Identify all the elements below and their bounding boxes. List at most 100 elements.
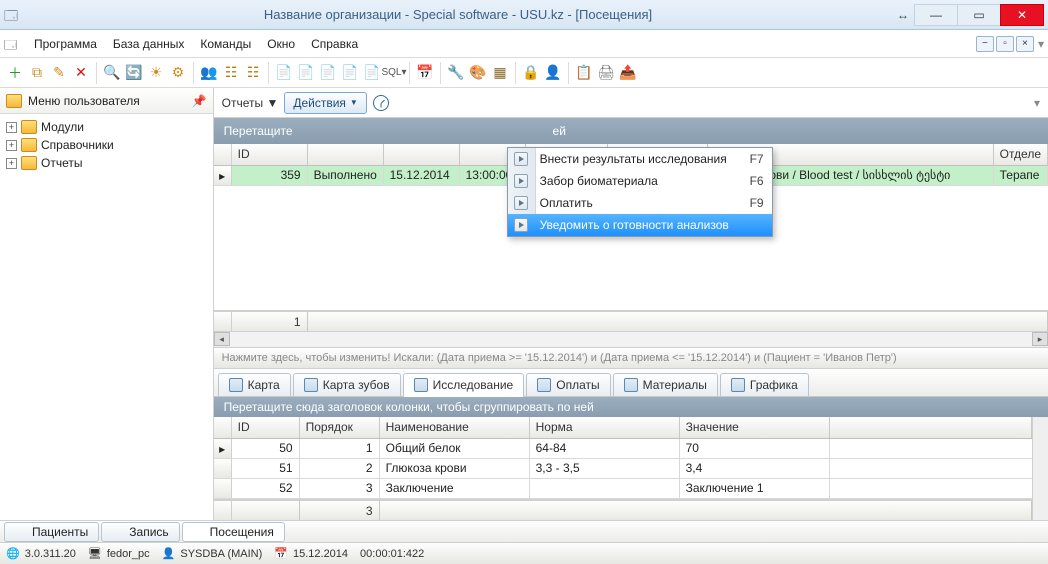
top-grid-hscroll[interactable]: ◂▸	[214, 331, 1048, 347]
table-row[interactable]: ▸ 50 1 Общий белок 64-84 70	[214, 439, 1032, 459]
play-icon	[514, 174, 528, 188]
tab-tooth-card[interactable]: Карта зубов	[293, 373, 401, 396]
row-indicator-icon: ▸	[214, 166, 232, 185]
doc-tab-booking[interactable]: Запись	[101, 522, 179, 542]
sql-icon[interactable]: SQL▾	[385, 64, 403, 82]
globe-icon: 🌐	[6, 547, 20, 560]
play-icon	[514, 152, 528, 166]
tab-research[interactable]: Исследование	[403, 373, 525, 397]
mdi-minimize-button[interactable]: −	[976, 36, 994, 52]
col-status[interactable]	[308, 144, 384, 165]
menu-database[interactable]: База данных	[105, 33, 192, 55]
tab-materials[interactable]: Материалы	[613, 373, 718, 396]
calendar-icon[interactable]: 📅	[416, 64, 434, 82]
action-enter-results[interactable]: Внести результаты исследованияF7	[508, 148, 772, 170]
clock-icon[interactable]	[373, 95, 389, 111]
list2-icon[interactable]: ☷	[244, 64, 262, 82]
col-date[interactable]	[384, 144, 460, 165]
tab-graphics[interactable]: Графика	[720, 373, 809, 396]
maximize-button[interactable]: ▭	[957, 4, 1001, 26]
file3-icon[interactable]: 📄	[319, 64, 337, 82]
status-version: 3.0.311.20	[25, 548, 76, 560]
refresh-icon[interactable]: 🔄	[125, 64, 143, 82]
copy-icon[interactable]: ⧉	[28, 64, 46, 82]
top-group-bar[interactable]: Перетащите ей	[214, 118, 1048, 144]
print-icon[interactable]: 🖨	[597, 64, 615, 82]
palette-icon[interactable]: 🎨	[469, 64, 487, 82]
table-row[interactable]: 51 2 Глюкоза крови 3,3 - 3,5 3,4	[214, 459, 1032, 479]
top-grid-footer: 1	[214, 311, 1048, 331]
doc-tab-visits[interactable]: Посещения	[182, 522, 285, 542]
action-pay[interactable]: ОплатитьF9	[508, 192, 772, 214]
user-icon: 👤	[162, 547, 176, 560]
file1-icon[interactable]: 📄	[275, 64, 293, 82]
file4-icon[interactable]: 📄	[341, 64, 359, 82]
edit-icon[interactable]: ✎	[50, 64, 68, 82]
doc-tab-patients[interactable]: Пациенты	[4, 522, 99, 542]
list1-icon[interactable]: ☷	[222, 64, 240, 82]
lock-icon[interactable]: 🔒	[522, 64, 540, 82]
menu-window[interactable]: Окно	[259, 33, 303, 55]
bottom-group-bar[interactable]: Перетащите сюда заголовок колонки, чтобы…	[214, 397, 1048, 418]
reports-dropdown[interactable]: Отчеты ▼	[222, 96, 279, 110]
mdi-restore-button[interactable]: ▫	[996, 36, 1014, 52]
app-menu-icon[interactable]: 🗔	[4, 36, 20, 52]
col-dept[interactable]: Отделе	[994, 144, 1048, 165]
tree-item-reports[interactable]: +Отчеты	[6, 154, 207, 172]
table-row[interactable]: 52 3 Заключение Заключение 1	[214, 479, 1032, 499]
bcol-id[interactable]: ID	[232, 417, 300, 438]
clear-filter-icon[interactable]: ⚙	[169, 64, 187, 82]
filter-toggle-icon[interactable]: ☀	[147, 64, 165, 82]
action-collect-biomaterial[interactable]: Забор биоматериалаF6	[508, 170, 772, 192]
window-title: Название организации - Special software …	[24, 7, 892, 22]
file5-icon[interactable]: 📄	[363, 64, 381, 82]
tree-item-modules[interactable]: +Модули	[6, 118, 207, 136]
content-area: Отчеты ▼ Действия ▼ ▾ Перетащите ей ID и…	[214, 88, 1048, 520]
tab-payments[interactable]: Оплаты	[526, 373, 610, 396]
export1-icon[interactable]: 📋	[575, 64, 593, 82]
main-toolbar: ＋ ⧉ ✎ ✕ 🔍 🔄 ☀ ⚙ 👥 ☷ ☷ 📄 📄 📄 📄 📄 SQL▾ 📅 🔧…	[0, 58, 1048, 88]
bcol-name[interactable]: Наименование	[380, 417, 530, 438]
delete-icon[interactable]: ✕	[72, 64, 90, 82]
group-icon[interactable]: 👥	[200, 64, 218, 82]
minimize-button[interactable]: —	[914, 4, 958, 26]
bottom-grid-vscroll[interactable]	[1032, 417, 1048, 520]
mdi-close-button[interactable]: ×	[1016, 36, 1034, 52]
status-elapsed: 00:00:01:422	[360, 548, 424, 560]
actions-menu: Внести результаты исследованияF7 Забор б…	[507, 147, 773, 237]
calendar-small-icon: 📅	[274, 547, 288, 560]
nav-tree: +Модули +Справочники +Отчеты	[0, 114, 213, 176]
layout-icon[interactable]: ▦	[491, 64, 509, 82]
statusbar: 🌐3.0.311.20 🖥fedor_pc 👤SYSDBA (MAIN) 📅15…	[0, 542, 1048, 564]
users-icon[interactable]: 👤	[544, 64, 562, 82]
play-icon	[514, 196, 528, 210]
menu-commands[interactable]: Команды	[192, 33, 259, 55]
help-arrow-icon[interactable]: ↔	[891, 4, 915, 26]
pin-icon[interactable]: 📌	[192, 94, 207, 108]
file2-icon[interactable]: 📄	[297, 64, 315, 82]
sidebar-title: Меню пользователя	[28, 94, 140, 108]
sidebar-header: Меню пользователя 📌	[0, 88, 213, 114]
bcol-value[interactable]: Значение	[680, 417, 830, 438]
menu-program[interactable]: Программа	[26, 33, 105, 55]
tab-card[interactable]: Карта	[218, 373, 291, 396]
export2-icon[interactable]: 📤	[619, 64, 637, 82]
add-icon[interactable]: ＋	[6, 64, 24, 82]
titlebar: 🗔 Название организации - Special softwar…	[0, 0, 1048, 30]
status-host: fedor_pc	[107, 548, 150, 560]
bcol-order[interactable]: Порядок	[300, 417, 380, 438]
actions-dropdown[interactable]: Действия ▼	[284, 92, 367, 114]
bottom-grid: Перетащите сюда заголовок колонки, чтобы…	[214, 397, 1048, 521]
action-notify-ready[interactable]: Уведомить о готовности анализов	[508, 214, 772, 236]
tree-item-references[interactable]: +Справочники	[6, 136, 207, 154]
filter-bar[interactable]: Нажмите здесь, чтобы изменить! Искали: (…	[214, 347, 1048, 369]
detail-tabs: Карта Карта зубов Исследование Оплаты Ма…	[214, 369, 1048, 397]
search-icon[interactable]: 🔍	[103, 64, 121, 82]
app-icon: 🗔	[4, 7, 20, 23]
status-date: 15.12.2014	[293, 548, 348, 560]
col-id[interactable]: ID	[232, 144, 308, 165]
wrench-icon[interactable]: 🔧	[447, 64, 465, 82]
menu-help[interactable]: Справка	[303, 33, 366, 55]
bcol-norm[interactable]: Норма	[530, 417, 680, 438]
close-button[interactable]: ✕	[1000, 4, 1044, 26]
